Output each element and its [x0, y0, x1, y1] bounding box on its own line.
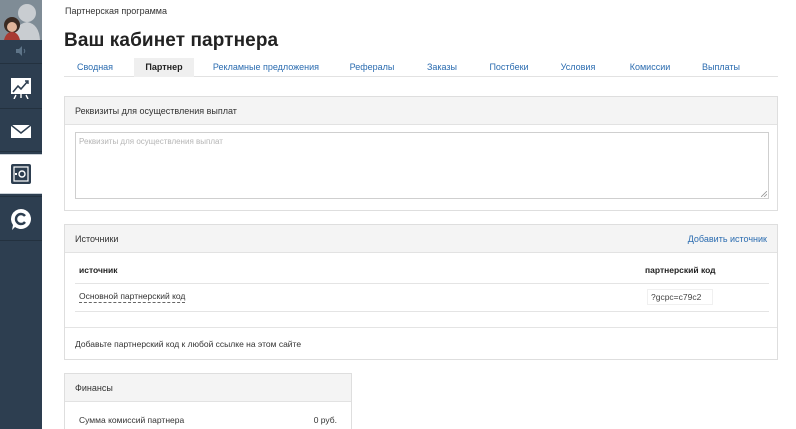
tab-partner[interactable]: Партнер: [134, 58, 194, 77]
sidebar-item-stats[interactable]: [0, 68, 42, 108]
resize-grip-icon[interactable]: [761, 191, 767, 197]
sidebar: [0, 0, 42, 429]
finances-header: Финансы: [65, 374, 351, 402]
tab-orders[interactable]: Заказы: [414, 58, 470, 77]
table-divider: [75, 311, 769, 312]
breadcrumb[interactable]: Партнерская программа: [65, 6, 167, 16]
finance-label: Сумма комиссий партнера: [79, 415, 185, 425]
avatar-image: [0, 0, 42, 40]
table-row: Основной партнерский код: [79, 291, 186, 303]
source-name[interactable]: Основной партнерский код: [79, 291, 186, 303]
payment-details-field[interactable]: [76, 133, 768, 198]
panel-footer-divider: [65, 327, 777, 328]
sources-title: Источники: [75, 234, 119, 244]
payment-details-field-wrap: [75, 132, 769, 199]
finances-panel: Финансы Сумма комиссий партнера 0 руб.: [64, 373, 352, 429]
sidebar-item-chat[interactable]: [0, 199, 42, 239]
volume-icon[interactable]: [0, 42, 42, 60]
sidebar-divider: [0, 240, 42, 241]
sidebar-divider: [0, 196, 42, 197]
user-avatar[interactable]: [0, 0, 42, 40]
sidebar-divider: [0, 63, 42, 64]
chat-c-icon: [10, 209, 31, 230]
sources-header: Источники Добавить источник: [65, 225, 777, 253]
finance-value: 0 руб.: [313, 415, 337, 425]
tab-payouts[interactable]: Выплаты: [692, 58, 750, 77]
page-title: Ваш кабинет партнера: [64, 30, 279, 51]
payment-details-header: Реквизиты для осуществления выплат: [65, 97, 777, 125]
table-divider: [75, 283, 769, 284]
sources-footer-text: Добавьте партнерский код к любой ссылке …: [75, 339, 302, 349]
tab-referrals[interactable]: Рефералы: [336, 58, 408, 77]
mail-icon: [10, 124, 32, 138]
sidebar-item-mail[interactable]: [0, 111, 42, 151]
partner-code-field[interactable]: ?gcpc=c79c2: [647, 289, 713, 305]
chart-icon: [11, 78, 31, 99]
tab-terms[interactable]: Условия: [548, 58, 608, 77]
tab-commissions[interactable]: Комиссии: [616, 58, 684, 77]
tab-summary[interactable]: Сводная: [64, 58, 126, 77]
tab-offers[interactable]: Рекламные предложения: [204, 58, 328, 77]
column-header-code: партнерский код: [645, 265, 716, 275]
add-source-link[interactable]: Добавить источник: [688, 225, 767, 253]
sidebar-item-partner[interactable]: [0, 154, 42, 194]
tab-bar: Сводная Партнер Рекламные предложения Ре…: [64, 58, 778, 77]
sidebar-divider: [0, 108, 42, 109]
column-header-source: источник: [79, 265, 118, 275]
safe-icon: [11, 164, 31, 184]
sources-panel: Источники Добавить источник источник пар…: [64, 224, 778, 360]
sidebar-divider: [0, 151, 42, 152]
tab-postbacks[interactable]: Постбеки: [478, 58, 540, 77]
payment-details-panel: Реквизиты для осуществления выплат: [64, 96, 778, 211]
